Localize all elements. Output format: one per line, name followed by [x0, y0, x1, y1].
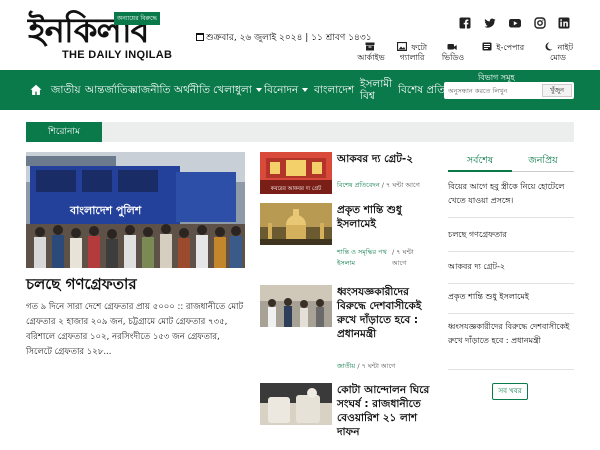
story-category[interactable]: বিশেষ প্রতিবেদন	[337, 181, 380, 189]
archive-icon	[365, 42, 375, 51]
headline-ticker	[26, 122, 574, 142]
lead-story-title[interactable]: চলছে গণগ্রেফতার	[26, 274, 246, 294]
story-category[interactable]: শান্তি ও সমৃদ্ধির পথ ইসলাম	[337, 247, 391, 269]
list-item[interactable]: আকবর দ্য গ্রেট-২	[448, 260, 574, 284]
chevron-down-icon	[255, 88, 262, 92]
linkedin-icon[interactable]	[557, 16, 571, 30]
story-card[interactable]: প্রকৃত শান্তি শুধু ইসলামেই শান্তি ও সমৃদ…	[260, 203, 430, 273]
nav-sports-label: খেলাধুলা	[213, 84, 252, 96]
video-button[interactable]: ভিডিও	[433, 42, 473, 63]
story-time: ৭ ঘন্টা আগে	[386, 181, 420, 189]
night-mode-label: নাইট মোড	[550, 43, 574, 62]
story-thumbnail[interactable]	[260, 285, 332, 327]
video-label: ভিডিও	[441, 53, 465, 62]
logo-tagline: অন্যায়ের বিরুদ্ধে	[114, 12, 160, 25]
twitter-icon[interactable]	[483, 16, 497, 30]
video-icon	[447, 44, 457, 50]
nav-item-special-report[interactable]: বিশেষ প্রতিবেদন	[398, 72, 444, 108]
all-news-button[interactable]: সব খবর	[492, 383, 528, 400]
search-input[interactable]	[448, 82, 536, 99]
photo-gallery-button[interactable]: ফটো গ্যালারি	[386, 42, 438, 63]
epaper-button[interactable]: ই-পেপার	[480, 42, 526, 53]
story-card[interactable]: ধ্বংসযজ্ঞকারীদের বিরুদ্ধে দেশবাসীকেই রুখ…	[260, 285, 430, 370]
calendar-icon	[196, 33, 204, 41]
list-item[interactable]: প্রকৃত শান্তি শুধু ইসলামেই	[448, 290, 574, 314]
epaper-icon	[482, 42, 492, 51]
epaper-label: ই-পেপার	[496, 43, 525, 52]
home-icon	[30, 84, 42, 95]
story-title[interactable]: ধ্বংসযজ্ঞকারীদের বিরুদ্ধে দেশবাসীকেই রুখ…	[337, 285, 430, 341]
facebook-icon[interactable]	[458, 16, 472, 30]
thumb-caption: কবরের আকবর দ্য গ্রেট	[270, 184, 323, 192]
nav-item-islamic-world[interactable]: ইসলামী বিশ্ব	[360, 72, 396, 108]
story-time: / ৭ ঘন্টা আগে	[392, 248, 414, 267]
nav-item-international[interactable]: আন্তর্জাতিক	[85, 72, 135, 108]
story-category[interactable]: জাতীয়	[337, 362, 355, 370]
story-title[interactable]: কোটা আন্দোলন ঘিরে সংঘর্ষ : রাজধানীতে বেও…	[337, 383, 430, 439]
page: ইনকিলাব অন্যায়ের বিরুদ্ধে THE DAILY INQ…	[0, 0, 600, 450]
nav-item-entertainment[interactable]: বিনোদন	[264, 72, 309, 108]
photo-icon	[396, 42, 407, 51]
nav-item-sports[interactable]: খেলাধুলা	[213, 72, 262, 108]
nav-entertainment-label: বিনোদন	[264, 84, 299, 96]
story-meta: বিশেষ প্রতিবেদন / ৭ ঘন্টা আগে	[337, 181, 420, 189]
nav-item-bangladesh[interactable]: বাংলাদেশ	[314, 72, 354, 108]
story-title[interactable]: আকবর দ্য গ্রেট-২	[337, 152, 430, 166]
nav-item-politics[interactable]: রাজনীতি	[132, 72, 170, 108]
nav-item-economy[interactable]: অর্থনীতি	[174, 72, 210, 108]
headline-label: শিরোনাম	[26, 122, 102, 142]
nav-item-national[interactable]: জাতীয়	[51, 72, 81, 108]
site-logo[interactable]: ইনকিলাব অন্যায়ের বিরুদ্ধে THE DAILY INQ…	[28, 10, 198, 62]
story-meta: জাতীয় / ৭ ঘন্টা আগে	[337, 362, 396, 370]
list-item[interactable]: ধ্বংসযজ্ঞকারীদের বিরুদ্ধে দেশবাসীকেই রুখ…	[448, 320, 574, 370]
story-thumbnail[interactable]	[260, 383, 332, 425]
youtube-icon[interactable]	[508, 16, 522, 30]
archive-label: আর্কাইভ	[357, 53, 385, 62]
search-button[interactable]: খুঁজুন	[542, 84, 572, 97]
list-item[interactable]: চলছে গণগ্রেফতার	[448, 228, 574, 252]
moon-icon	[545, 42, 553, 51]
tab-popular[interactable]: জনপ্রিয়	[512, 150, 574, 172]
lead-story-summary: গত ৯ দিনে সারা দেশে গ্রেফতার প্রায় ৫০০০…	[26, 302, 244, 357]
story-card[interactable]: কবরের আকবর দ্য গ্রেট আকবর দ্য গ্রেট-২ বি…	[260, 152, 430, 198]
search-box: খুঁজুন	[444, 82, 574, 99]
police-van-label: বাংলাদেশ পুলিশ	[69, 203, 142, 218]
home-button[interactable]	[26, 74, 46, 106]
site-header: ইনকিলাব অন্যায়ের বিরুদ্ধে THE DAILY INQ…	[0, 0, 600, 70]
list-item[interactable]: বিয়ের আগে হবু স্ত্রীকে নিয়ে হোটেলে খেত…	[448, 180, 574, 218]
tab-latest[interactable]: সর্বশেষ	[448, 150, 512, 172]
night-mode-button[interactable]: নাইট মোড	[534, 42, 582, 63]
story-card[interactable]: কোটা আন্দোলন ঘিরে সংঘর্ষ : রাজধানীতে বেও…	[260, 383, 430, 445]
story-thumbnail[interactable]	[260, 203, 332, 245]
story-thumbnail[interactable]: কবরের আকবর দ্য গ্রেট	[260, 152, 332, 194]
story-title[interactable]: প্রকৃত শান্তি শুধু ইসলামেই	[337, 203, 430, 231]
chevron-down-icon	[302, 88, 309, 92]
story-time: ৭ ঘন্টা আগে	[361, 362, 396, 370]
instagram-icon[interactable]	[533, 16, 547, 30]
lead-story-image[interactable]: বাংলাদেশ পুলিশ	[26, 152, 245, 268]
logo-english-name: THE DAILY INQILAB	[62, 49, 173, 61]
